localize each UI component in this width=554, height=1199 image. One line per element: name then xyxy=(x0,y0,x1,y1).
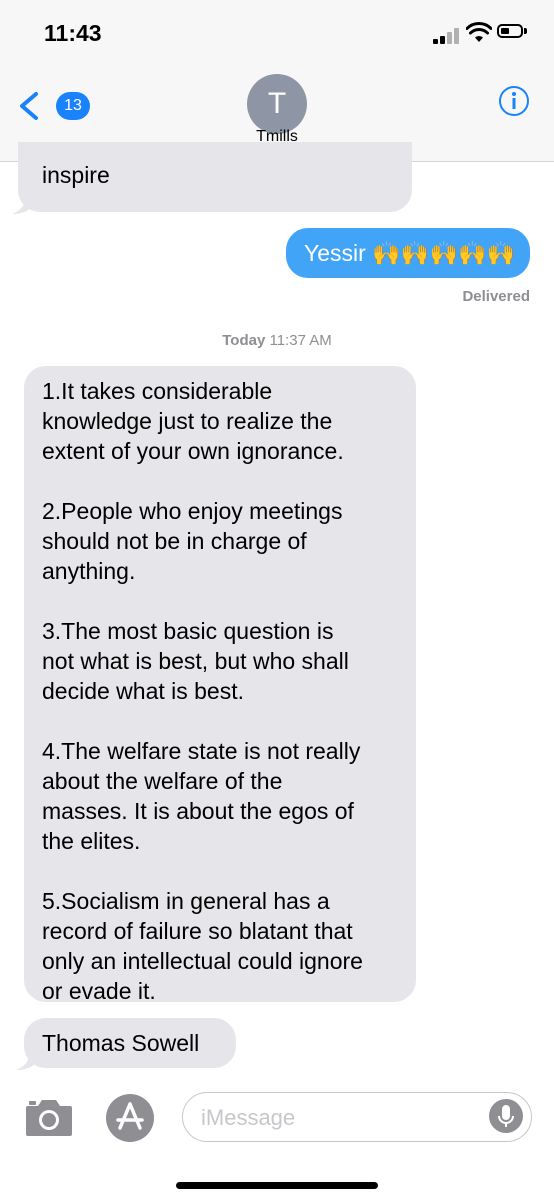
app-store-icon xyxy=(116,1102,144,1130)
message-text: inspire xyxy=(42,162,110,188)
message-thread[interactable]: inspire Yessir 🙌🙌🙌🙌🙌 Delivered Today 11:… xyxy=(0,142,554,1070)
bubble-tail xyxy=(12,194,32,214)
incoming-message[interactable]: Thomas Sowell xyxy=(24,1018,236,1068)
status-bar: 11:43 xyxy=(0,0,554,64)
compose-bar: iMessage xyxy=(0,1074,554,1199)
message-input-placeholder: iMessage xyxy=(201,1105,296,1130)
microphone-button[interactable] xyxy=(489,1099,523,1133)
incoming-message[interactable]: inspire xyxy=(18,142,412,212)
signal-icon xyxy=(433,28,461,44)
timestamp-day: Today xyxy=(222,332,266,349)
camera-icon[interactable] xyxy=(24,1096,74,1138)
battery-icon xyxy=(497,24,527,40)
message-text: Thomas Sowell xyxy=(42,1030,200,1056)
chevron-left-icon xyxy=(20,92,38,120)
message-text: 1.It takes considerable knowledge just t… xyxy=(42,378,363,1004)
app-store-button[interactable] xyxy=(106,1094,154,1142)
message-text: Yessir 🙌🙌🙌🙌🙌 xyxy=(304,240,516,266)
wifi-icon xyxy=(466,22,492,42)
microphone-icon xyxy=(498,1105,514,1127)
bubble-tail xyxy=(16,1050,36,1070)
info-icon[interactable] xyxy=(498,85,530,117)
contact-avatar[interactable]: T xyxy=(247,74,307,134)
timestamp-time: 11:37 AM xyxy=(269,332,332,349)
outgoing-message[interactable]: Yessir 🙌🙌🙌🙌🙌 xyxy=(286,228,530,278)
message-timestamp: Today 11:37 AM xyxy=(0,332,554,349)
home-indicator[interactable] xyxy=(176,1182,378,1189)
message-input[interactable]: iMessage xyxy=(182,1092,532,1142)
unread-count-badge: 13 xyxy=(56,92,90,120)
incoming-message[interactable]: 1.It takes considerable knowledge just t… xyxy=(24,366,416,1004)
status-time: 11:43 xyxy=(44,20,102,46)
delivered-status: Delivered xyxy=(462,288,530,305)
back-button[interactable]: 13 xyxy=(16,88,90,124)
